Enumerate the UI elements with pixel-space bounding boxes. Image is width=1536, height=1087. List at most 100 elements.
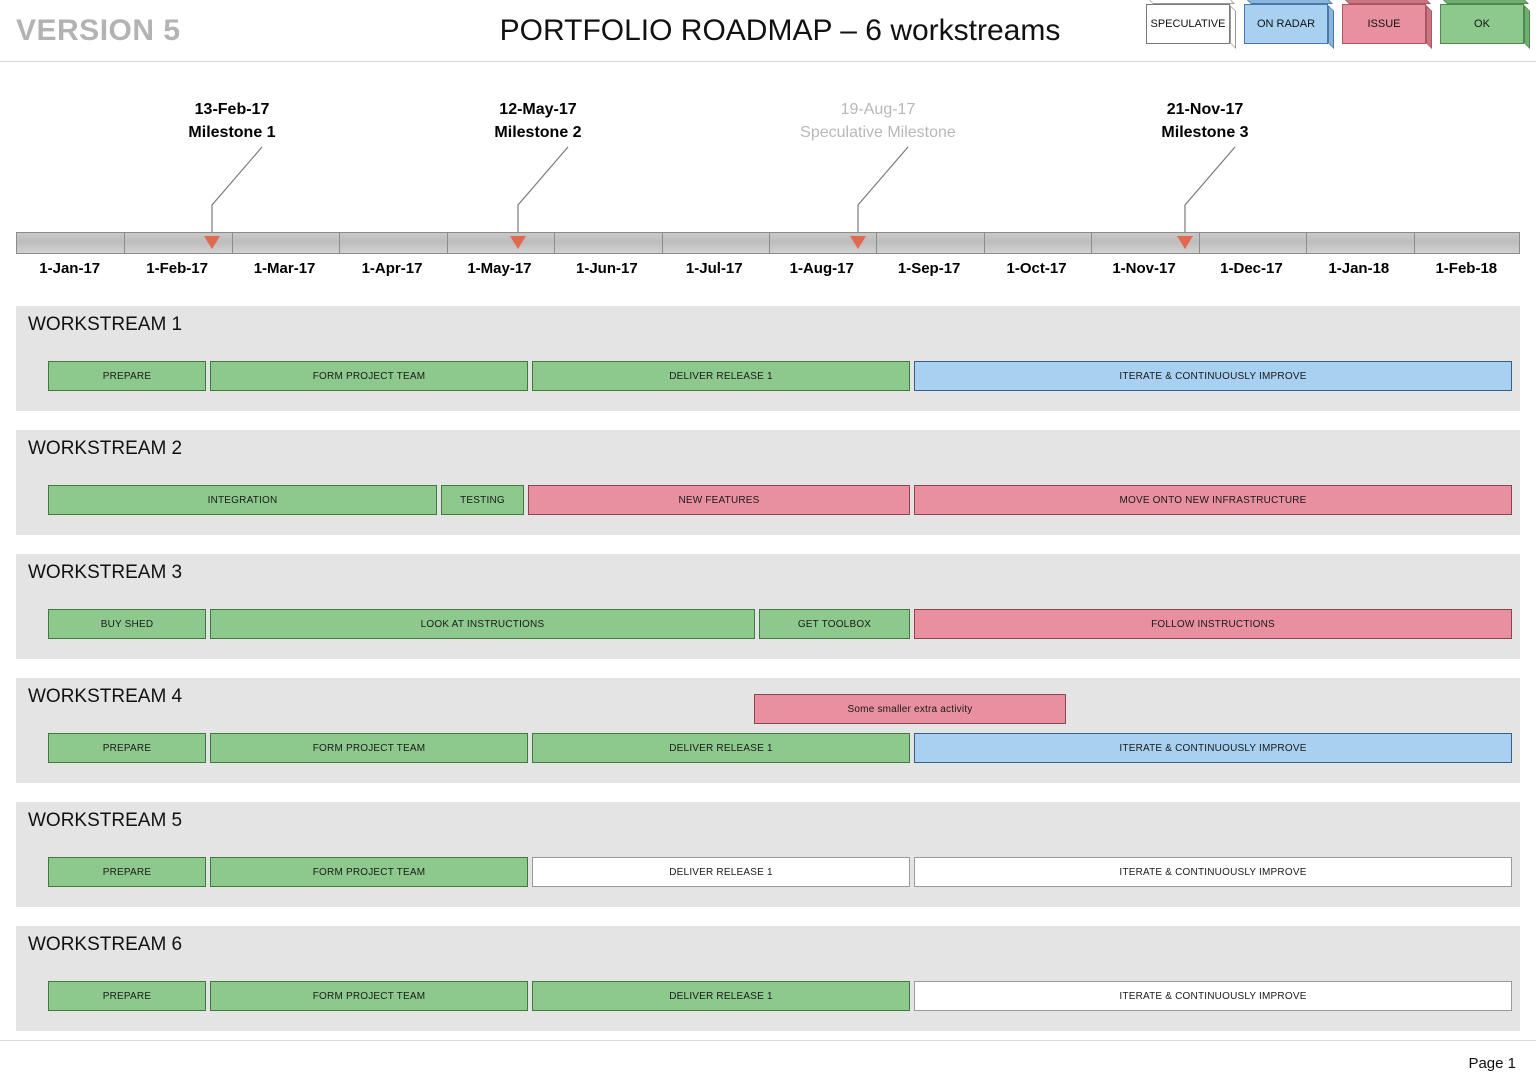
task-bar-side-face	[909, 361, 910, 390]
task-bar[interactable]: GET TOOLBOX	[759, 609, 910, 639]
workstream-band: WORKSTREAM 1 PREPARE FORM PROJECT TEAM DELI…	[16, 306, 1520, 411]
page-header: VERSION 5 PORTFOLIO ROADMAP – 6 workstre…	[0, 0, 1536, 62]
task-bar[interactable]: DELIVER RELEASE 1	[532, 857, 910, 887]
task-bar-top-face	[49, 609, 206, 610]
timeline-tick-separator	[876, 233, 878, 253]
task-bar-label: NEW FEATURES	[678, 494, 760, 506]
task-bar-side-face	[909, 485, 910, 514]
legend-key-radar[interactable]: ON RADAR	[1244, 4, 1328, 44]
workstream-title: WORKSTREAM 2	[28, 438, 183, 459]
task-bar-label: ITERATE & CONTINUOUSLY IMPROVE	[1119, 742, 1307, 754]
task-bar-side-face	[1511, 609, 1512, 638]
task-bar-top-face	[533, 981, 910, 982]
timeline-tick-label: 1-Nov-17	[1112, 260, 1176, 277]
task-bar-top-face	[442, 485, 524, 486]
task-bar-side-face	[1511, 857, 1512, 886]
task-bar-label: MOVE ONTO NEW INFRASTRUCTURE	[1119, 494, 1307, 506]
task-bar-side-face	[909, 981, 910, 1010]
milestone-leader-line	[211, 146, 263, 238]
task-bar-label: FORM PROJECT TEAM	[312, 370, 426, 382]
legend-key-label: ISSUE	[1367, 17, 1401, 30]
task-bar[interactable]: ITERATE & CONTINUOUSLY IMPROVE	[914, 361, 1512, 391]
task-bar[interactable]: ITERATE & CONTINUOUSLY IMPROVE	[914, 733, 1512, 763]
task-bar-side-face	[527, 361, 528, 390]
task-bar-label: FORM PROJECT TEAM	[312, 990, 426, 1002]
task-bar-label: LOOK AT INSTRUCTIONS	[420, 618, 545, 630]
milestone-name: Milestone 2	[494, 124, 582, 142]
task-bar[interactable]: ITERATE & CONTINUOUSLY IMPROVE	[914, 857, 1512, 887]
workstream-title: WORKSTREAM 5	[28, 810, 183, 831]
workstream-band: WORKSTREAM 4 PREPARE FORM PROJECT TEAM DELI…	[16, 678, 1520, 783]
task-bar-top-face	[49, 485, 437, 486]
task-bar-side-face	[527, 733, 528, 762]
task-bar[interactable]: ITERATE & CONTINUOUSLY IMPROVE	[914, 981, 1512, 1011]
timeline-tick-label: 1-May-17	[467, 260, 532, 277]
legend-key-ok[interactable]: OK	[1440, 4, 1524, 44]
task-bar-side-face	[909, 733, 910, 762]
timeline-tick-label: 1-Aug-17	[789, 260, 854, 277]
task-bar-label: DELIVER RELEASE 1	[669, 370, 773, 382]
legend-key-label: OK	[1474, 17, 1490, 30]
status-key-legend: SPECULATIVE ON RADAR ISSUE OK	[1146, 4, 1524, 50]
task-bar-label: PREPARE	[102, 866, 152, 878]
timeline-tick-separator	[339, 233, 341, 253]
task-bar-side-face	[436, 485, 437, 514]
milestone-date: 19-Aug-17	[840, 101, 916, 118]
task-bar[interactable]: FORM PROJECT TEAM	[210, 733, 528, 763]
task-bar[interactable]: FORM PROJECT TEAM	[210, 361, 528, 391]
milestone-arrow	[1177, 236, 1193, 249]
milestone-callout: 13-Feb-17 Milestone 1	[188, 98, 275, 144]
task-bar[interactable]: LOOK AT INSTRUCTIONS	[210, 609, 755, 639]
extra-activity-bar[interactable]: Some smaller extra activity	[754, 694, 1066, 724]
timeline-tick-label: 1-Feb-17	[146, 260, 208, 277]
task-bar[interactable]: PREPARE	[48, 361, 206, 391]
task-bar-top-face	[211, 361, 528, 362]
workstream-band: WORKSTREAM 3 BUY SHED LOOK AT INSTRUCTIONS…	[16, 554, 1520, 659]
task-bar[interactable]: DELIVER RELEASE 1	[532, 733, 910, 763]
milestone-date: 13-Feb-17	[194, 101, 270, 118]
task-bar[interactable]: BUY SHED	[48, 609, 206, 639]
task-bar[interactable]: PREPARE	[48, 857, 206, 887]
milestone-name: Speculative Milestone	[800, 124, 956, 142]
timeline-tick-separator	[446, 233, 448, 253]
task-bar[interactable]: INTEGRATION	[48, 485, 437, 515]
task-bar-label: DELIVER RELEASE 1	[669, 742, 773, 754]
task-bar-top-face	[529, 485, 910, 486]
workstream-band: WORKSTREAM 2 INTEGRATION TESTING NEW FEATUR…	[16, 430, 1520, 535]
timeline-tick-separator	[231, 233, 233, 253]
legend-key-speculative[interactable]: SPECULATIVE	[1146, 4, 1230, 44]
timeline-tick-label: 1-Jun-17	[576, 260, 638, 277]
task-bar-side-face	[205, 733, 206, 762]
task-bar-top-face	[760, 609, 910, 610]
timeline-axis[interactable]	[16, 232, 1520, 254]
milestone-callout: 12-May-17 Milestone 2	[494, 98, 581, 144]
task-bar-top-face	[211, 857, 528, 858]
task-bar-side-face	[1065, 694, 1066, 723]
task-bar[interactable]: FOLLOW INSTRUCTIONS	[914, 609, 1512, 639]
task-bar-label: GET TOOLBOX	[797, 618, 872, 630]
workstream-title: WORKSTREAM 6	[28, 934, 183, 955]
task-bar[interactable]: DELIVER RELEASE 1	[532, 981, 910, 1011]
timeline-tick-label: 1-Apr-17	[361, 260, 423, 277]
workstream-band: WORKSTREAM 5 PREPARE FORM PROJECT TEAM DELI…	[16, 802, 1520, 907]
task-bar[interactable]: PREPARE	[48, 733, 206, 763]
task-bar[interactable]: TESTING	[441, 485, 524, 515]
task-bar-side-face	[754, 609, 755, 638]
task-bar[interactable]: FORM PROJECT TEAM	[210, 981, 528, 1011]
timeline-tick-label: 1-Mar-17	[253, 260, 316, 277]
task-bar-label: PREPARE	[102, 990, 152, 1002]
task-bar[interactable]: FORM PROJECT TEAM	[210, 857, 528, 887]
timeline-tick-label: 1-Dec-17	[1220, 260, 1283, 277]
task-bar[interactable]: NEW FEATURES	[528, 485, 910, 515]
task-bar-label: TESTING	[460, 494, 505, 506]
task-bar[interactable]: PREPARE	[48, 981, 206, 1011]
task-bar-side-face	[527, 857, 528, 886]
milestone-leader-line	[857, 146, 909, 238]
task-bar[interactable]: MOVE ONTO NEW INFRASTRUCTURE	[914, 485, 1512, 515]
task-bar-label: FORM PROJECT TEAM	[312, 742, 426, 754]
task-bar-top-face	[915, 361, 1512, 362]
task-bar-label: ITERATE & CONTINUOUSLY IMPROVE	[1119, 370, 1307, 382]
legend-key-issue[interactable]: ISSUE	[1342, 4, 1426, 44]
task-bar-label: ITERATE & CONTINUOUSLY IMPROVE	[1119, 866, 1307, 878]
task-bar[interactable]: DELIVER RELEASE 1	[532, 361, 910, 391]
